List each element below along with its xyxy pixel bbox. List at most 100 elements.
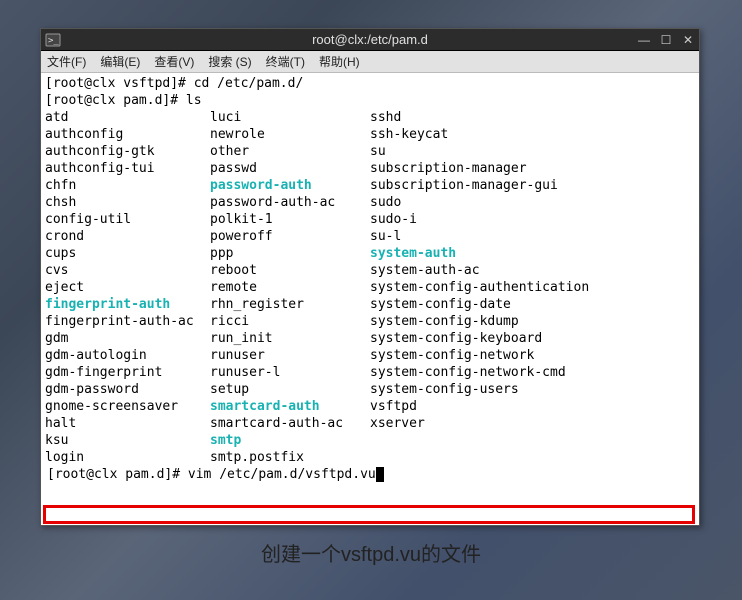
menu-view[interactable]: 查看(V) (154, 53, 194, 70)
menu-help[interactable]: 帮助(H) (319, 53, 360, 70)
listing-row: chfnpassword-authsubscription-manager-gu… (45, 177, 695, 194)
listing-row: atdlucisshd (45, 109, 695, 126)
listing-row: crondpoweroffsu-l (45, 228, 695, 245)
file-entry: gnome-screensaver (45, 398, 210, 415)
file-entry: other (210, 143, 370, 160)
file-entry: system-config-users (370, 381, 695, 398)
cursor (376, 467, 384, 482)
listing-row: authconfignewrolessh-keycat (45, 126, 695, 143)
file-entry: rhn_register (210, 296, 370, 313)
listing-row: gdm-fingerprintrunuser-lsystem-config-ne… (45, 364, 695, 381)
file-entry: subscription-manager (370, 160, 695, 177)
minimize-button[interactable]: — (637, 33, 651, 47)
prompt: [root@clx pam.d]# (47, 467, 188, 482)
app-icon: >_ (45, 32, 61, 48)
file-entry: gdm-fingerprint (45, 364, 210, 381)
listing-row: authconfig-tuipasswdsubscription-manager (45, 160, 695, 177)
file-entry: system-auth-ac (370, 262, 695, 279)
file-entry: halt (45, 415, 210, 432)
file-entry: run_init (210, 330, 370, 347)
file-entry: authconfig (45, 126, 210, 143)
file-entry: reboot (210, 262, 370, 279)
close-button[interactable]: ✕ (681, 33, 695, 47)
file-entry: system-config-keyboard (370, 330, 695, 347)
file-entry: cvs (45, 262, 210, 279)
window-title: root@clx:/etc/pam.d (312, 32, 428, 47)
file-entry: ppp (210, 245, 370, 262)
file-entry: atd (45, 109, 210, 126)
maximize-button[interactable]: ☐ (659, 33, 673, 47)
file-entry: fingerprint-auth-ac (45, 313, 210, 330)
file-entry: newrole (210, 126, 370, 143)
file-entry: ksu (45, 432, 210, 449)
file-entry: remote (210, 279, 370, 296)
file-entry: password-auth-ac (210, 194, 370, 211)
file-entry: authconfig-gtk (45, 143, 210, 160)
file-entry: ricci (210, 313, 370, 330)
listing-row: gdm-passwordsetupsystem-config-users (45, 381, 695, 398)
file-entry: su-l (370, 228, 695, 245)
listing-row: cupspppsystem-auth (45, 245, 695, 262)
file-entry: poweroff (210, 228, 370, 245)
command-text: vim /etc/pam.d/vsftpd.vu (188, 467, 376, 482)
file-entry: su (370, 143, 695, 160)
file-entry: config-util (45, 211, 210, 228)
file-entry: eject (45, 279, 210, 296)
terminal-line: [root@clx pam.d]# ls (45, 92, 695, 109)
file-entry: luci (210, 109, 370, 126)
svg-text:>_: >_ (48, 36, 59, 46)
file-entry: smartcard-auth (210, 398, 370, 415)
file-entry: setup (210, 381, 370, 398)
file-entry: sudo-i (370, 211, 695, 228)
annotation-caption: 创建一个vsftpd.vu的文件 (0, 538, 742, 567)
terminal-area[interactable]: [root@clx vsftpd]# cd /etc/pam.d/ [root@… (41, 73, 699, 525)
file-entry (370, 449, 695, 466)
file-entry: fingerprint-auth (45, 296, 210, 313)
listing-row: gdm-autologinrunusersystem-config-networ… (45, 347, 695, 364)
menu-edit[interactable]: 编辑(E) (100, 53, 140, 70)
menu-search[interactable]: 搜索 (S) (208, 53, 251, 70)
file-entry: authconfig-tui (45, 160, 210, 177)
file-entry: system-config-authentication (370, 279, 695, 296)
file-entry: smtp (210, 432, 370, 449)
command-line[interactable]: [root@clx pam.d]# vim /etc/pam.d/vsftpd.… (45, 466, 695, 483)
menubar: 文件(F) 编辑(E) 查看(V) 搜索 (S) 终端(T) 帮助(H) (41, 51, 699, 73)
file-entry: chfn (45, 177, 210, 194)
file-entry: system-auth (370, 245, 695, 262)
file-entry: crond (45, 228, 210, 245)
file-entry: gdm (45, 330, 210, 347)
listing-row: fingerprint-auth-acriccisystem-config-kd… (45, 313, 695, 330)
file-entry: system-config-kdump (370, 313, 695, 330)
file-entry: cups (45, 245, 210, 262)
listing-row: cvsrebootsystem-auth-ac (45, 262, 695, 279)
file-entry: sshd (370, 109, 695, 126)
file-entry: system-config-network (370, 347, 695, 364)
window-controls: — ☐ ✕ (637, 29, 695, 50)
file-entry: xserver (370, 415, 695, 432)
listing-row: ejectremotesystem-config-authentication (45, 279, 695, 296)
file-entry: gdm-password (45, 381, 210, 398)
file-entry (370, 432, 695, 449)
titlebar[interactable]: >_ root@clx:/etc/pam.d — ☐ ✕ (41, 29, 699, 51)
file-entry: polkit-1 (210, 211, 370, 228)
menu-terminal[interactable]: 终端(T) (266, 53, 305, 70)
file-entry: runuser-l (210, 364, 370, 381)
file-entry: ssh-keycat (370, 126, 695, 143)
file-entry: system-config-network-cmd (370, 364, 695, 381)
file-entry: chsh (45, 194, 210, 211)
menu-file[interactable]: 文件(F) (47, 53, 86, 70)
listing-row: loginsmtp.postfix (45, 449, 695, 466)
file-entry: gdm-autologin (45, 347, 210, 364)
terminal-line: [root@clx vsftpd]# cd /etc/pam.d/ (45, 75, 695, 92)
listing-row: gnome-screensaversmartcard-authvsftpd (45, 398, 695, 415)
listing-row: ksusmtp (45, 432, 695, 449)
listing-row: gdmrun_initsystem-config-keyboard (45, 330, 695, 347)
listing-row: config-utilpolkit-1sudo-i (45, 211, 695, 228)
file-entry: subscription-manager-gui (370, 177, 695, 194)
file-entry: sudo (370, 194, 695, 211)
file-entry: system-config-date (370, 296, 695, 313)
file-entry: smartcard-auth-ac (210, 415, 370, 432)
annotation-highlight (43, 505, 695, 524)
file-entry: password-auth (210, 177, 370, 194)
file-entry: smtp.postfix (210, 449, 370, 466)
